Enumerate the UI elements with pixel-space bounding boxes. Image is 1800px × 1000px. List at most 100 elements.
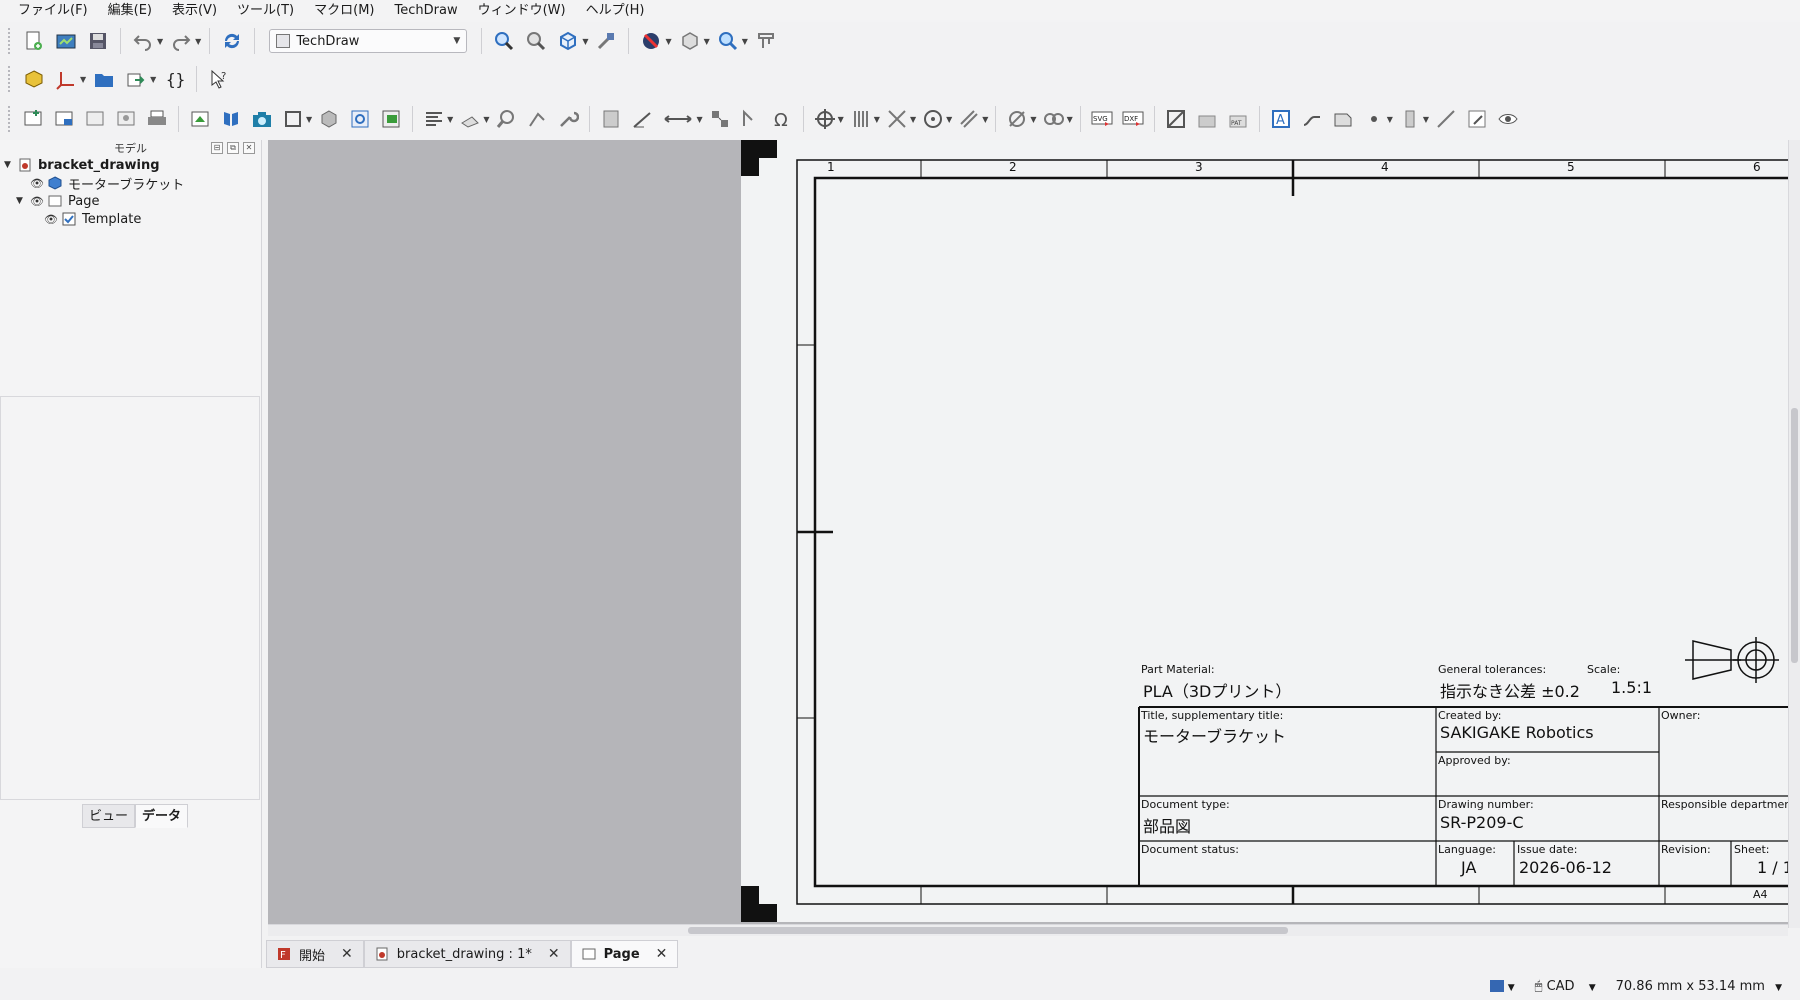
chevron-down-icon[interactable]: ▼	[582, 37, 588, 46]
insert-template-page-button[interactable]	[50, 105, 78, 133]
zoom-detail-button[interactable]	[492, 105, 520, 133]
chevron-down-icon[interactable]: ▼	[1030, 115, 1036, 124]
cosmetic-line-button[interactable]	[847, 105, 875, 133]
menu-techdraw[interactable]: TechDraw	[385, 0, 468, 22]
create-group-button[interactable]	[90, 65, 118, 93]
navigation-style[interactable]: 🖱 CAD ▼	[1535, 979, 1596, 994]
new-document-button[interactable]	[20, 27, 48, 55]
fit-selection-button[interactable]	[522, 27, 550, 55]
refresh-button[interactable]	[218, 27, 246, 55]
tab-start[interactable]: F 開始 ✕	[266, 940, 364, 968]
style-indicator[interactable]: ▼	[1489, 979, 1515, 994]
tolerance-value[interactable]: 指示なき公差 ±0.2	[1440, 678, 1580, 702]
tree-item-page[interactable]: ▼ 👁 Page	[0, 192, 261, 210]
dimension-button[interactable]	[659, 105, 697, 133]
created-value[interactable]: SAKIGAKE Robotics	[1440, 723, 1594, 742]
measurement-tool-button[interactable]	[752, 27, 780, 55]
face-decoration-button[interactable]	[1463, 105, 1491, 133]
symbol-button[interactable]: Ω	[768, 105, 796, 133]
dimension-readout[interactable]: 70.86 mm x 53.14 mm ▼	[1616, 979, 1782, 994]
menu-window[interactable]: ウィンドウ(W)	[468, 0, 576, 22]
toggle-frame-button[interactable]	[1162, 105, 1190, 133]
tree-item-document[interactable]: ▼ bracket_drawing	[0, 156, 261, 174]
chevron-down-icon[interactable]: ▼	[704, 37, 710, 46]
panel-float-button[interactable]: ⧉	[227, 142, 239, 154]
datum-button[interactable]	[52, 65, 80, 93]
hole-table-button[interactable]	[1040, 105, 1068, 133]
insert-view-button[interactable]	[186, 105, 214, 133]
detail-view-button[interactable]	[346, 105, 374, 133]
panel-close-button[interactable]: ✕	[243, 142, 255, 154]
export-dxf-button[interactable]: DXF	[1119, 105, 1147, 133]
menu-edit[interactable]: 編集(E)	[98, 0, 162, 22]
tools-button[interactable]	[554, 105, 582, 133]
broken-view-button[interactable]	[217, 105, 245, 133]
redraw-page-button[interactable]	[81, 105, 109, 133]
chevron-down-icon[interactable]: ▼	[982, 115, 988, 124]
axo-length-button[interactable]	[737, 105, 765, 133]
geometric-hatch-button[interactable]	[1193, 105, 1221, 133]
visibility-eye-icon[interactable]: 👁	[30, 177, 44, 190]
menu-tools[interactable]: ツール(T)	[227, 0, 304, 22]
active-view-button[interactable]	[248, 105, 276, 133]
toolbar-grip[interactable]	[8, 106, 14, 132]
horizontal-scrollbar[interactable]	[268, 924, 1788, 936]
visibility-eye-icon[interactable]: 👁	[44, 213, 58, 226]
cosmetic-point-button[interactable]	[1360, 105, 1388, 133]
whats-this-button[interactable]: ?	[205, 65, 233, 93]
midpoints-button[interactable]	[1396, 105, 1424, 133]
material-value[interactable]: PLA（3Dプリント）	[1143, 678, 1291, 702]
chevron-down-icon[interactable]: ▼	[1387, 115, 1393, 124]
issue-date-value[interactable]: 2026-06-12	[1519, 858, 1612, 877]
tab-data[interactable]: データ	[135, 804, 189, 828]
cosmetic-edge-button[interactable]	[1432, 105, 1460, 133]
close-icon[interactable]: ✕	[656, 946, 668, 962]
projection-group-button[interactable]	[279, 105, 307, 133]
chevron-down-icon[interactable]: ▼	[910, 115, 916, 124]
section-view-button[interactable]	[315, 105, 343, 133]
visibility-eye-icon[interactable]: 👁	[30, 195, 44, 208]
export-page-button[interactable]	[112, 105, 140, 133]
vertical-scrollbar[interactable]	[1788, 140, 1800, 928]
balloon-button[interactable]	[706, 105, 734, 133]
open-document-button[interactable]	[52, 27, 80, 55]
align-button[interactable]	[420, 105, 448, 133]
chevron-down-icon[interactable]: ▼	[696, 115, 702, 124]
menu-help[interactable]: ヘルプ(H)	[576, 0, 655, 22]
leader-line-button[interactable]	[1298, 105, 1326, 133]
clip-group-button[interactable]	[377, 105, 405, 133]
centerline-button[interactable]	[811, 105, 839, 133]
menu-macro[interactable]: マクロ(M)	[304, 0, 384, 22]
chevron-down-icon[interactable]: ▼	[665, 37, 671, 46]
create-part-button[interactable]	[20, 65, 48, 93]
circle-centerline-button[interactable]	[919, 105, 947, 133]
variable-set-button[interactable]: {}	[160, 65, 188, 93]
insert-page-button[interactable]	[19, 105, 47, 133]
chevron-down-icon[interactable]: ▼	[150, 75, 156, 84]
standard-views-button[interactable]	[554, 27, 582, 55]
undo-button[interactable]	[129, 27, 157, 55]
chevron-down-icon[interactable]: ▼	[946, 115, 952, 124]
menu-file[interactable]: ファイル(F)	[8, 0, 98, 22]
drawing-viewport[interactable]: 1 2 3 4 5 6 A B C D A4 Part Material: PL…	[268, 140, 1788, 928]
panel-collapse-button[interactable]: ⊟	[211, 142, 223, 154]
rich-annotation-button[interactable]	[1329, 105, 1357, 133]
toolbar-grip[interactable]	[8, 28, 14, 54]
pat-hatch-button[interactable]: PAT	[1224, 105, 1252, 133]
scroll-thumb[interactable]	[688, 927, 1288, 934]
chevron-down-icon[interactable]: ▼	[1423, 115, 1429, 124]
chevron-down-icon[interactable]: ▼	[157, 37, 163, 46]
chevron-down-icon[interactable]: ▼	[1067, 115, 1073, 124]
chevron-down-icon[interactable]: ▼	[874, 115, 880, 124]
scroll-thumb[interactable]	[1791, 408, 1798, 663]
chevron-down-icon[interactable]: ▼	[742, 37, 748, 46]
weld-button[interactable]	[523, 105, 551, 133]
chevron-down-icon[interactable]: ▼	[447, 115, 453, 124]
menu-view[interactable]: 表示(V)	[162, 0, 227, 22]
tab-bracket-drawing[interactable]: bracket_drawing : 1* ✕	[363, 940, 571, 968]
redo-button[interactable]	[167, 27, 195, 55]
expand-arrow-icon[interactable]: ▼	[4, 160, 14, 170]
show-all-button[interactable]	[1494, 105, 1522, 133]
box-selection-button[interactable]	[676, 27, 704, 55]
line-button[interactable]	[628, 105, 656, 133]
